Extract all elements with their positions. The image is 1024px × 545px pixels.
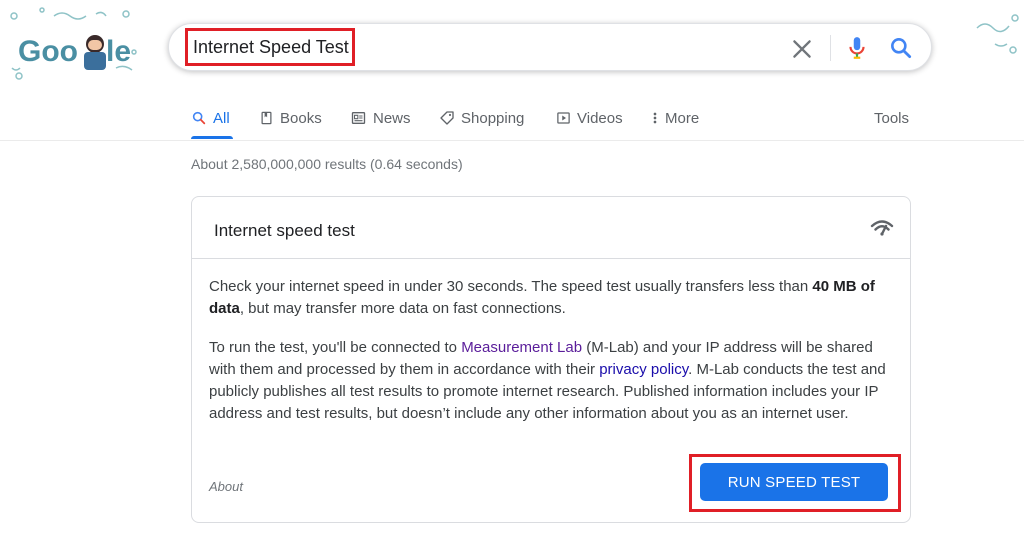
- search-tabs: All Books News Shopping Videos More Tool…: [0, 96, 1024, 140]
- tools-button[interactable]: Tools: [874, 106, 909, 130]
- text: Check your internet speed in under 30 se…: [209, 278, 813, 295]
- google-doodle-logo[interactable]: Goo le: [4, 6, 144, 86]
- tab-label: Books: [280, 109, 322, 127]
- tab-books[interactable]: Books: [259, 106, 322, 130]
- tabs-divider: [0, 140, 1024, 141]
- about-link[interactable]: About: [209, 479, 243, 494]
- search-divider: [830, 35, 831, 61]
- tab-more[interactable]: More: [651, 106, 699, 130]
- news-icon: [351, 112, 366, 124]
- result-stats: About 2,580,000,000 results (0.64 second…: [191, 156, 463, 172]
- tab-videos[interactable]: Videos: [556, 106, 623, 130]
- tab-news[interactable]: News: [350, 106, 411, 130]
- close-icon[interactable]: [789, 36, 815, 62]
- play-icon: [557, 112, 570, 124]
- card-divider: [192, 258, 910, 259]
- privacy-policy-link[interactable]: privacy policy: [599, 361, 688, 378]
- speed-test-card: Internet speed test Check your internet …: [191, 196, 911, 523]
- tools-label: Tools: [874, 109, 910, 127]
- search-icon: [192, 111, 206, 125]
- tab-label: Videos: [577, 109, 623, 127]
- card-description: Check your internet speed in under 30 se…: [209, 276, 899, 320]
- tab-shopping[interactable]: Shopping: [439, 106, 524, 130]
- tab-label: All: [213, 109, 230, 127]
- search-input[interactable]: Internet Speed Test: [193, 37, 349, 58]
- text: , but may transfer more data on fast con…: [239, 300, 566, 317]
- svg-text:le: le: [106, 35, 131, 68]
- svg-text:Goo: Goo: [18, 35, 78, 68]
- doodle-decoration: [976, 14, 1019, 54]
- run-speed-test-button[interactable]: RUN SPEED TEST: [700, 463, 888, 501]
- card-title: Internet speed test: [214, 221, 355, 240]
- active-tab-indicator: [191, 136, 233, 139]
- search-box[interactable]: Internet Speed Test: [168, 23, 932, 71]
- book-icon: [261, 111, 272, 125]
- measurement-lab-link[interactable]: Measurement Lab: [461, 339, 582, 356]
- tab-label: More: [665, 109, 700, 127]
- wifi-speed-icon: [870, 220, 894, 236]
- tab-label: Shopping: [461, 109, 525, 127]
- header: Goo le Internet Speed Test: [0, 0, 1024, 92]
- mic-icon[interactable]: [844, 35, 870, 61]
- text: To run the test, you'll be connected to: [209, 339, 462, 356]
- tab-all[interactable]: All: [191, 106, 230, 130]
- tag-icon: [440, 111, 454, 125]
- card-disclaimer: To run the test, you'll be connected to …: [209, 337, 899, 425]
- tab-label: News: [373, 109, 411, 127]
- search-icon[interactable]: [888, 35, 914, 61]
- more-vert-icon: [653, 112, 657, 124]
